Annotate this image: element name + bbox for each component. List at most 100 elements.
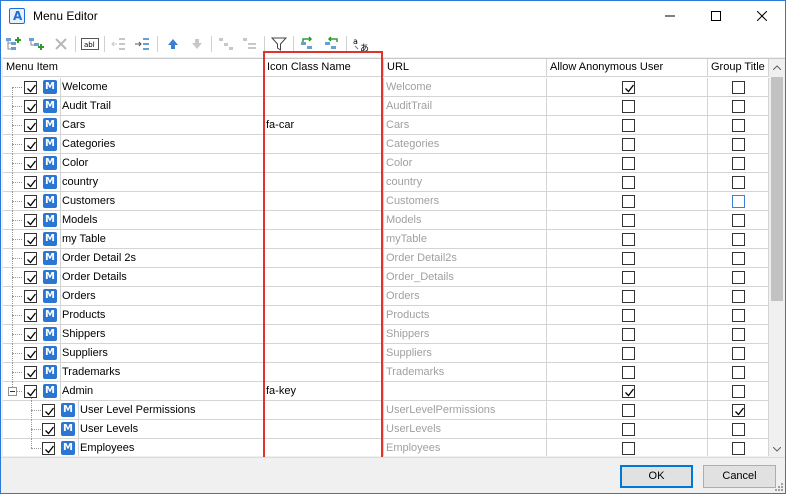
- allow-anonymous-checkbox[interactable]: [622, 442, 635, 455]
- group-title-checkbox[interactable]: [732, 214, 745, 227]
- add-item-button[interactable]: [4, 35, 24, 53]
- group-title-checkbox[interactable]: [732, 119, 745, 132]
- menu-item-name[interactable]: Cars: [61, 116, 264, 134]
- table-row[interactable]: M User Level Permissions UserLevelPermissi…: [3, 401, 769, 420]
- group-title-checkbox[interactable]: [732, 157, 745, 170]
- indent-button[interactable]: [133, 35, 153, 53]
- allow-anonymous-checkbox[interactable]: [622, 290, 635, 303]
- menu-item-name[interactable]: Customers: [61, 192, 264, 210]
- table-row[interactable]: M Cars fa-car Cars: [3, 116, 769, 135]
- enabled-checkbox[interactable]: [24, 366, 37, 379]
- allow-anonymous-checkbox[interactable]: [622, 100, 635, 113]
- enabled-checkbox[interactable]: [24, 119, 37, 132]
- enabled-checkbox[interactable]: [24, 328, 37, 341]
- group-title-checkbox[interactable]: [732, 423, 745, 436]
- icon-class-cell[interactable]: [264, 268, 384, 286]
- enabled-checkbox[interactable]: [24, 100, 37, 113]
- menu-item-name[interactable]: Categories: [61, 135, 264, 153]
- allow-anonymous-checkbox[interactable]: [622, 328, 635, 341]
- table-row[interactable]: M Audit Trail AuditTrail: [3, 97, 769, 116]
- table-row[interactable]: M Products Products: [3, 306, 769, 325]
- expand-all-button[interactable]: [216, 35, 236, 53]
- icon-class-cell[interactable]: [264, 192, 384, 210]
- url-cell[interactable]: Employees: [384, 439, 547, 456]
- icon-class-cell[interactable]: [264, 401, 384, 419]
- translate-button[interactable]: aあ: [351, 35, 371, 53]
- url-cell[interactable]: Models: [384, 211, 547, 229]
- menu-item-name[interactable]: my Table: [61, 230, 264, 248]
- collapse-toggle[interactable]: [8, 387, 17, 396]
- group-title-checkbox[interactable]: [732, 138, 745, 151]
- group-title-checkbox[interactable]: [732, 176, 745, 189]
- resize-grip-icon[interactable]: [773, 481, 783, 491]
- icon-class-cell[interactable]: [264, 363, 384, 381]
- menu-item-name[interactable]: Admin: [61, 382, 264, 400]
- icon-class-cell[interactable]: [264, 325, 384, 343]
- close-button[interactable]: [739, 1, 785, 31]
- icon-class-cell[interactable]: [264, 420, 384, 438]
- scroll-down-button[interactable]: [769, 441, 785, 456]
- enabled-checkbox[interactable]: [24, 309, 37, 322]
- group-title-checkbox[interactable]: [732, 290, 745, 303]
- url-cell[interactable]: Customers: [384, 192, 547, 210]
- icon-class-cell[interactable]: [264, 344, 384, 362]
- table-row[interactable]: M Employees Employees: [3, 439, 769, 456]
- move-down-button[interactable]: [187, 35, 207, 53]
- group-title-checkbox[interactable]: [732, 442, 745, 455]
- table-row[interactable]: M Categories Categories: [3, 135, 769, 154]
- group-title-checkbox[interactable]: [732, 385, 745, 398]
- enabled-checkbox[interactable]: [42, 442, 55, 455]
- table-row[interactable]: Mmy Table myTable: [3, 230, 769, 249]
- table-row[interactable]: Mcountry country: [3, 173, 769, 192]
- allow-anonymous-checkbox[interactable]: [622, 309, 635, 322]
- allow-anonymous-checkbox[interactable]: [622, 119, 635, 132]
- enabled-checkbox[interactable]: [24, 138, 37, 151]
- menu-item-name[interactable]: country: [61, 173, 264, 191]
- url-cell[interactable]: myTable: [384, 230, 547, 248]
- menu-item-name[interactable]: Shippers: [61, 325, 264, 343]
- url-cell[interactable]: [384, 382, 547, 400]
- url-cell[interactable]: Categories: [384, 135, 547, 153]
- allow-anonymous-checkbox[interactable]: [622, 252, 635, 265]
- table-row[interactable]: M Admin fa-key: [3, 382, 769, 401]
- column-header-icon-class[interactable]: Icon Class Name: [264, 59, 384, 77]
- menu-item-name[interactable]: Suppliers: [61, 344, 264, 362]
- add-child-button[interactable]: [27, 35, 47, 53]
- table-row[interactable]: M User Levels UserLevels: [3, 420, 769, 439]
- icon-class-cell[interactable]: [264, 287, 384, 305]
- cancel-button[interactable]: Cancel: [703, 465, 776, 488]
- enabled-checkbox[interactable]: [24, 195, 37, 208]
- url-cell[interactable]: Shippers: [384, 325, 547, 343]
- allow-anonymous-checkbox[interactable]: [622, 233, 635, 246]
- allow-anonymous-checkbox[interactable]: [622, 157, 635, 170]
- url-cell[interactable]: UserLevelPermissions: [384, 401, 547, 419]
- enabled-checkbox[interactable]: [24, 214, 37, 227]
- url-cell[interactable]: Trademarks: [384, 363, 547, 381]
- move-up-button[interactable]: [163, 35, 183, 53]
- menu-item-name[interactable]: Audit Trail: [61, 97, 264, 115]
- table-row[interactable]: M Suppliers Suppliers: [3, 344, 769, 363]
- url-cell[interactable]: Order Detail2s: [384, 249, 547, 267]
- icon-class-cell[interactable]: [264, 154, 384, 172]
- allow-anonymous-checkbox[interactable]: [622, 423, 635, 436]
- icon-class-cell[interactable]: [264, 97, 384, 115]
- menu-item-name[interactable]: Models: [61, 211, 264, 229]
- filter-button[interactable]: [269, 35, 289, 53]
- group-title-checkbox[interactable]: [732, 366, 745, 379]
- group-title-checkbox[interactable]: [732, 271, 745, 284]
- export-button[interactable]: [322, 35, 342, 53]
- enabled-checkbox[interactable]: [24, 233, 37, 246]
- enabled-checkbox[interactable]: [24, 252, 37, 265]
- title-bar[interactable]: Menu Editor: [1, 1, 785, 31]
- icon-class-cell[interactable]: fa-key: [264, 382, 384, 400]
- table-row[interactable]: M Shippers Shippers: [3, 325, 769, 344]
- group-title-checkbox[interactable]: [732, 404, 745, 417]
- table-row[interactable]: M Trademarks Trademarks: [3, 363, 769, 382]
- url-cell[interactable]: AuditTrail: [384, 97, 547, 115]
- menu-item-name[interactable]: Trademarks: [61, 363, 264, 381]
- table-row[interactable]: M Customers Customers: [3, 192, 769, 211]
- table-row[interactable]: M Order Detail 2s Order Detail2s: [3, 249, 769, 268]
- group-title-checkbox[interactable]: [732, 195, 745, 208]
- enabled-checkbox[interactable]: [24, 81, 37, 94]
- allow-anonymous-checkbox[interactable]: [622, 385, 635, 398]
